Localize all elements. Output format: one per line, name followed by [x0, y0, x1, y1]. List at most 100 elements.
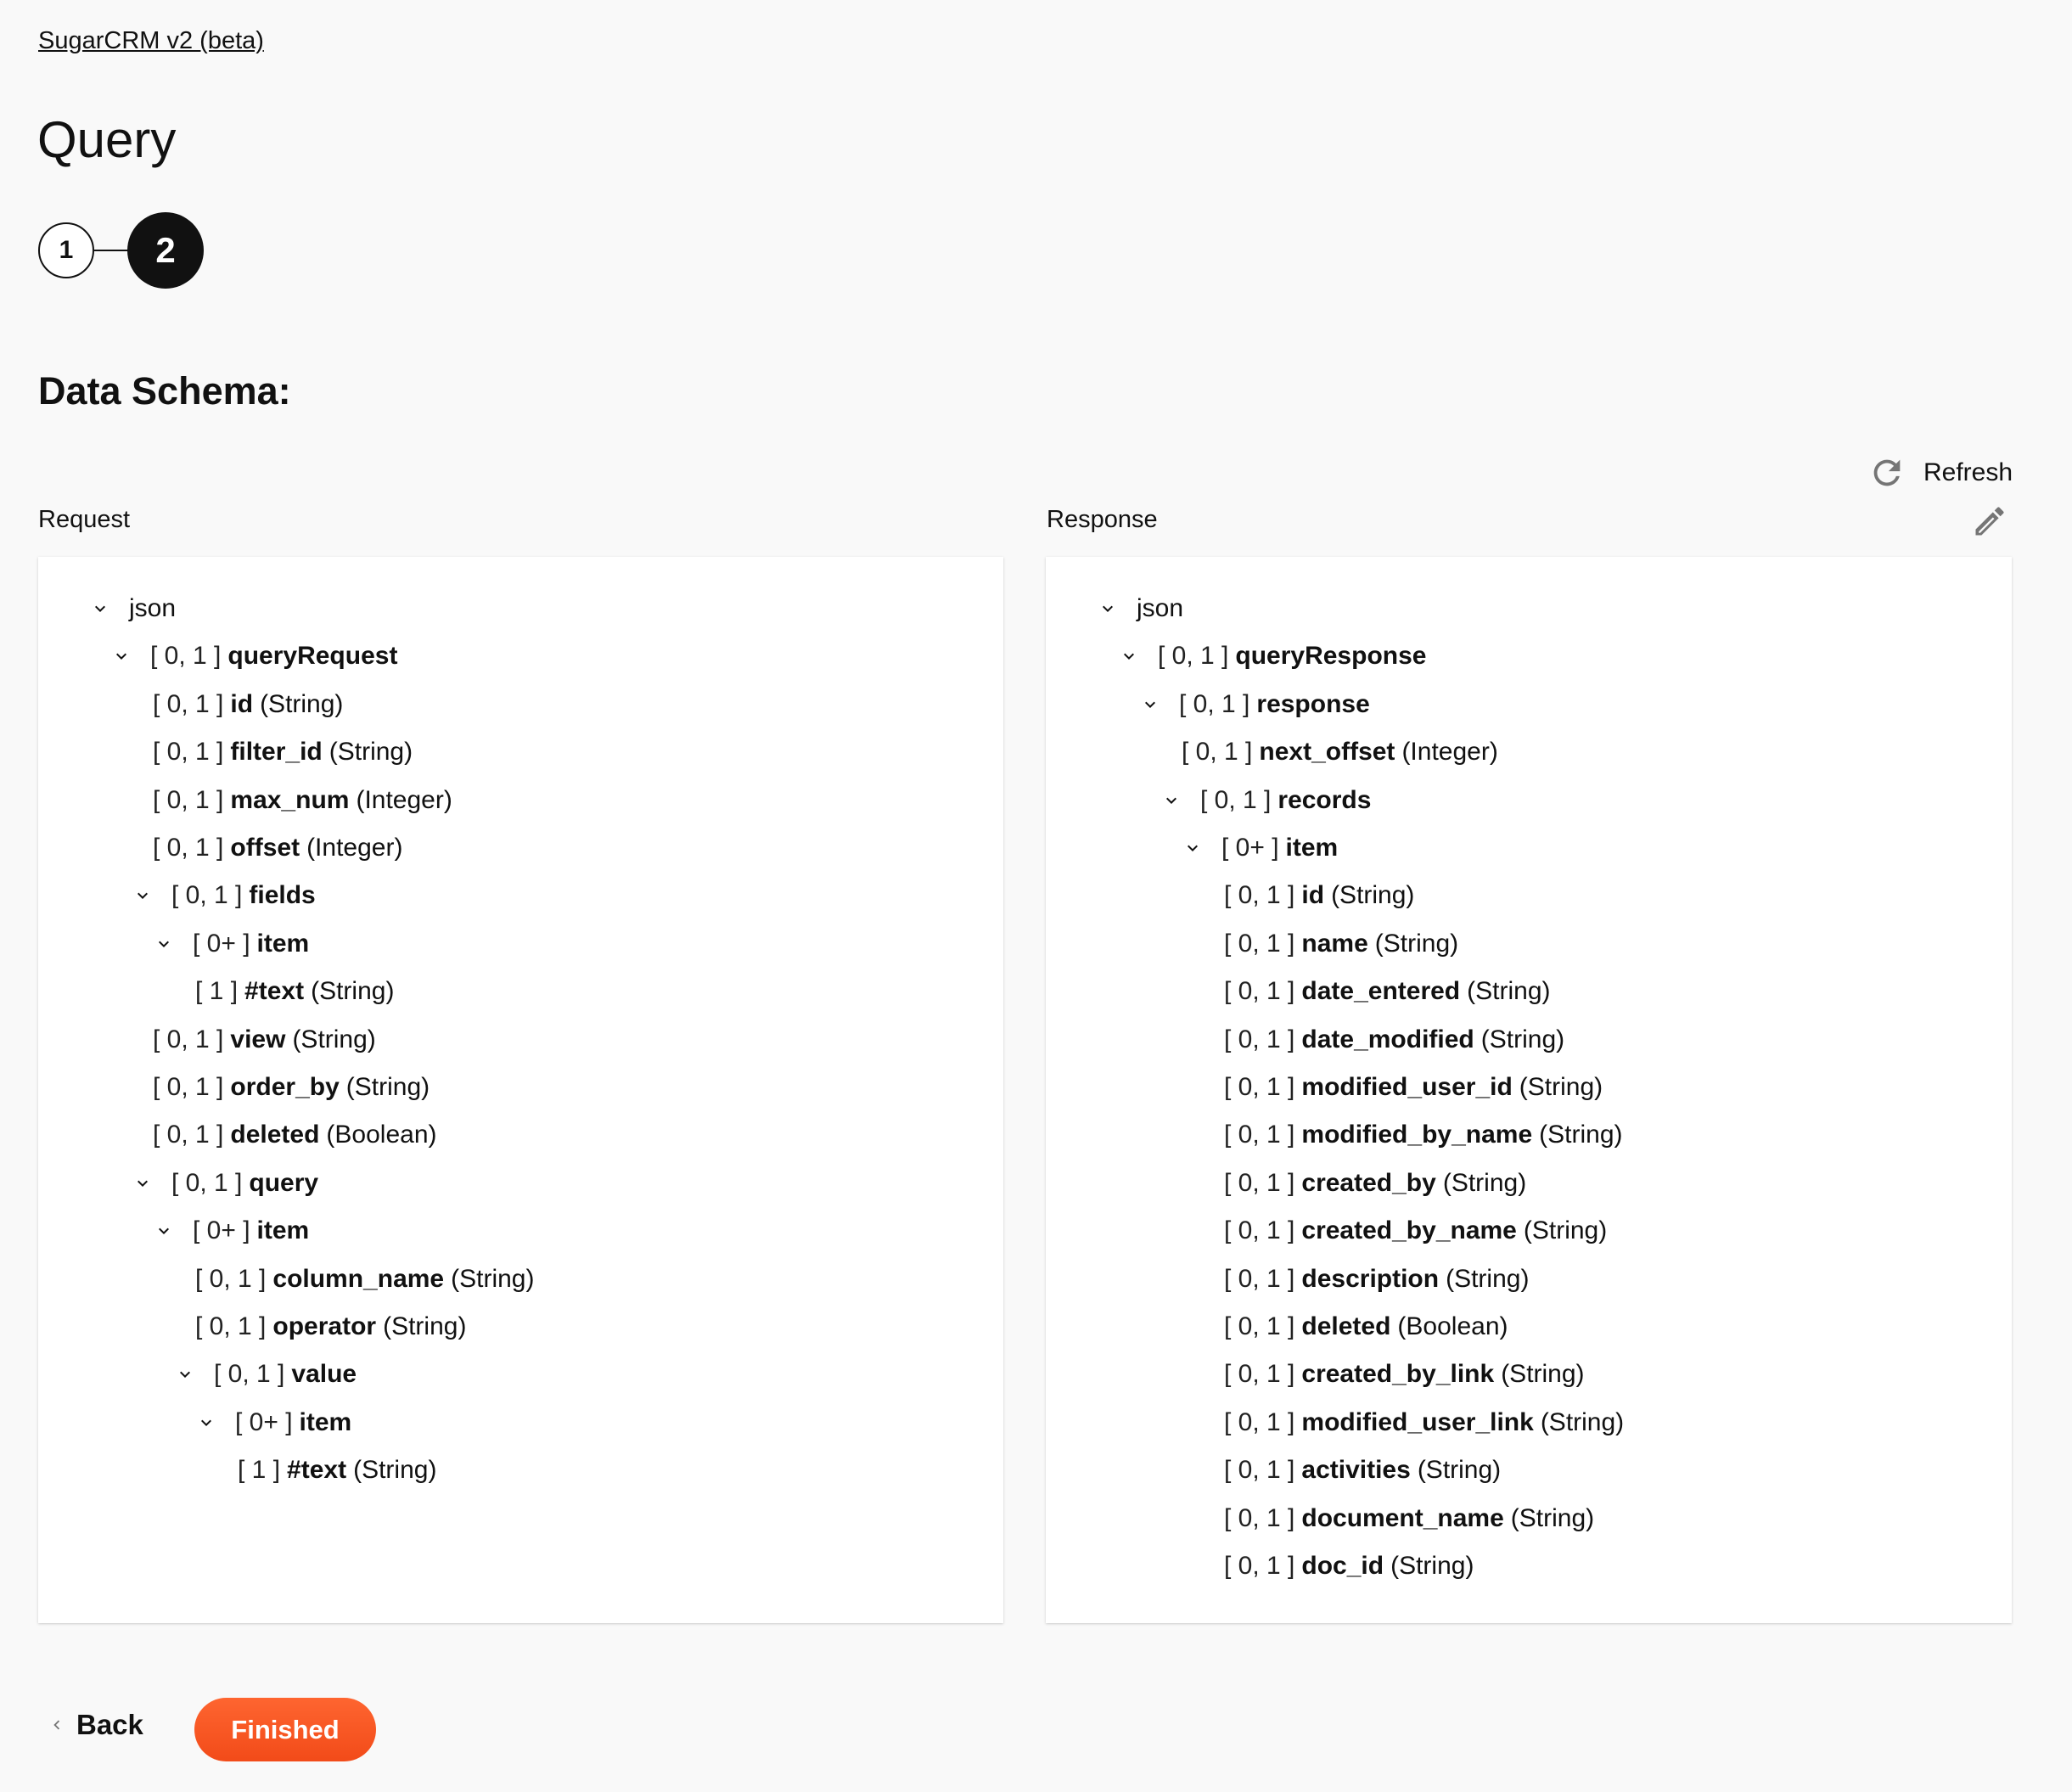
schema-node[interactable]: [ 1 ] #text (String): [238, 1447, 436, 1494]
response-label: Response: [1047, 506, 1158, 533]
schema-node[interactable]: [ 0, 1 ] deleted (Boolean): [153, 1111, 437, 1159]
schema-node[interactable]: [ 0, 1 ] operator (String): [195, 1303, 466, 1351]
schema-node[interactable]: [ 0, 1 ] document_name (String): [1224, 1495, 1594, 1542]
schema-node[interactable]: [ 0, 1 ] date_modified (String): [1224, 1016, 1564, 1064]
schema-node[interactable]: [ 0, 1 ] value: [180, 1351, 357, 1398]
node-type: (String): [1480, 1025, 1565, 1053]
node-name: view: [230, 1025, 286, 1053]
schema-node[interactable]: json: [95, 585, 177, 632]
schema-node[interactable]: [ 0, 1 ] activities (String): [1224, 1447, 1501, 1494]
chevron-down-icon[interactable]: [154, 932, 174, 952]
node-cardinality: [ 0, 1 ]: [214, 1360, 285, 1389]
schema-node[interactable]: [ 0+ ] item: [1188, 824, 1338, 872]
schema-node[interactable]: [ 0, 1 ] max_num (Integer): [153, 777, 452, 824]
node-cardinality: [ 0, 1 ]: [153, 1073, 224, 1101]
chevron-down-icon[interactable]: [196, 1411, 216, 1431]
schema-node[interactable]: [ 0+ ] item: [201, 1399, 351, 1447]
chevron-down-icon[interactable]: [1119, 644, 1139, 665]
chevron-down-icon[interactable]: [1182, 836, 1203, 857]
page-title: Query: [37, 111, 177, 168]
node-cardinality: [ 0, 1 ]: [1224, 1073, 1295, 1101]
finished-button[interactable]: Finished: [194, 1698, 376, 1761]
node-name: activities: [1301, 1456, 1411, 1485]
node-name: name: [1301, 929, 1368, 958]
schema-node[interactable]: [ 0, 1 ] fields: [138, 872, 316, 919]
breadcrumb-link[interactable]: SugarCRM v2 (beta): [38, 27, 264, 55]
schema-node[interactable]: [ 0+ ] item: [159, 920, 309, 968]
schema-node[interactable]: [ 0, 1 ] queryRequest: [116, 632, 398, 680]
refresh-label: Refresh: [1923, 458, 2013, 486]
node-name: #text: [244, 977, 305, 1006]
schema-node[interactable]: [ 0, 1 ] queryResponse: [1124, 632, 1427, 680]
schema-node[interactable]: [ 0, 1 ] created_by_link (String): [1224, 1351, 1585, 1398]
node-cardinality: [ 0, 1 ]: [1224, 1456, 1295, 1485]
node-name: deleted: [230, 1121, 320, 1149]
node-name: queryRequest: [227, 642, 398, 671]
schema-node[interactable]: [ 0, 1 ] id (String): [1224, 872, 1414, 919]
node-name: id: [230, 689, 254, 718]
schema-node[interactable]: [ 0, 1 ] offset (Integer): [153, 824, 402, 872]
node-type: (String): [1467, 977, 1551, 1006]
step-2-active[interactable]: 2: [127, 212, 204, 289]
chevron-down-icon[interactable]: [132, 1171, 153, 1192]
node-name: order_by: [230, 1073, 340, 1101]
schema-node[interactable]: [ 0, 1 ] view (String): [153, 1016, 376, 1064]
schema-node[interactable]: [ 0, 1 ] modified_user_link (String): [1224, 1399, 1624, 1447]
node-name: json: [1137, 594, 1184, 622]
chevron-down-icon[interactable]: [132, 884, 153, 904]
schema-node[interactable]: [ 0, 1 ] query: [138, 1160, 318, 1207]
node-cardinality: [ 0, 1 ]: [1224, 1168, 1295, 1197]
schema-node[interactable]: [ 0, 1 ] filter_id (String): [153, 728, 413, 776]
node-type: (String): [1523, 1216, 1608, 1245]
node-cardinality: [ 0, 1 ]: [153, 738, 224, 767]
node-name: json: [129, 594, 177, 622]
schema-node[interactable]: [ 0, 1 ] response: [1145, 681, 1370, 728]
chevron-down-icon[interactable]: [1098, 597, 1118, 617]
node-name: queryResponse: [1235, 642, 1427, 671]
chevron-down-icon[interactable]: [1140, 693, 1160, 713]
schema-node[interactable]: [ 0, 1 ] order_by (String): [153, 1064, 430, 1111]
node-name: date_modified: [1301, 1025, 1474, 1053]
schema-node[interactable]: [ 0, 1 ] next_offset (Integer): [1182, 728, 1498, 776]
schema-node[interactable]: [ 0+ ] item: [159, 1207, 310, 1255]
node-name: #text: [287, 1456, 347, 1485]
node-type: (Boolean): [1397, 1312, 1508, 1340]
schema-node[interactable]: [ 0, 1 ] records: [1166, 777, 1371, 824]
schema-node[interactable]: [ 0, 1 ] column_name (String): [195, 1256, 534, 1303]
schema-node[interactable]: [ 0, 1 ] date_entered (String): [1224, 968, 1551, 1015]
schema-node[interactable]: [ 0, 1 ] doc_id (String): [1224, 1542, 1474, 1590]
node-type: (String): [1501, 1360, 1585, 1389]
schema-node[interactable]: [ 0, 1 ] created_by (String): [1224, 1160, 1526, 1207]
node-cardinality: [ 0, 1 ]: [1224, 929, 1295, 958]
schema-node[interactable]: [ 0, 1 ] name (String): [1224, 920, 1458, 968]
schema-node[interactable]: [ 0, 1 ] id (String): [153, 681, 343, 728]
node-name: item: [256, 1216, 310, 1245]
chevron-down-icon[interactable]: [90, 597, 110, 617]
schema-node[interactable]: [ 0, 1 ] modified_user_id (String): [1224, 1064, 1603, 1111]
schema-node[interactable]: [ 1 ] #text (String): [195, 968, 394, 1015]
node-name: modified_by_name: [1301, 1121, 1533, 1149]
node-type: (String): [292, 1025, 376, 1053]
node-type: (Integer): [1401, 738, 1498, 767]
node-name: operator: [272, 1312, 377, 1340]
step-1[interactable]: 1: [38, 222, 94, 278]
refresh-button[interactable]: Refresh: [1867, 453, 2013, 492]
schema-node[interactable]: [ 0, 1 ] created_by_name (String): [1224, 1207, 1607, 1255]
chevron-down-icon[interactable]: [111, 644, 132, 665]
node-cardinality: [ 0, 1 ]: [1224, 1407, 1295, 1436]
schema-node[interactable]: [ 0, 1 ] deleted (Boolean): [1224, 1303, 1508, 1351]
node-name: document_name: [1301, 1503, 1504, 1532]
node-cardinality: [ 0, 1 ]: [1224, 1312, 1295, 1340]
schema-node[interactable]: [ 0, 1 ] modified_by_name (String): [1224, 1111, 1623, 1159]
node-type: (String): [260, 689, 344, 718]
back-button[interactable]: Back: [48, 1709, 143, 1741]
chevron-down-icon[interactable]: [175, 1362, 195, 1383]
pencil-icon[interactable]: [1971, 503, 2008, 540]
chevron-down-icon[interactable]: [154, 1219, 174, 1239]
schema-node[interactable]: [ 0, 1 ] description (String): [1224, 1256, 1529, 1303]
node-type: (String): [1540, 1407, 1625, 1436]
node-type: (Integer): [306, 834, 403, 862]
node-name: value: [291, 1360, 357, 1389]
chevron-down-icon[interactable]: [1161, 789, 1182, 809]
schema-node[interactable]: json: [1103, 585, 1184, 632]
